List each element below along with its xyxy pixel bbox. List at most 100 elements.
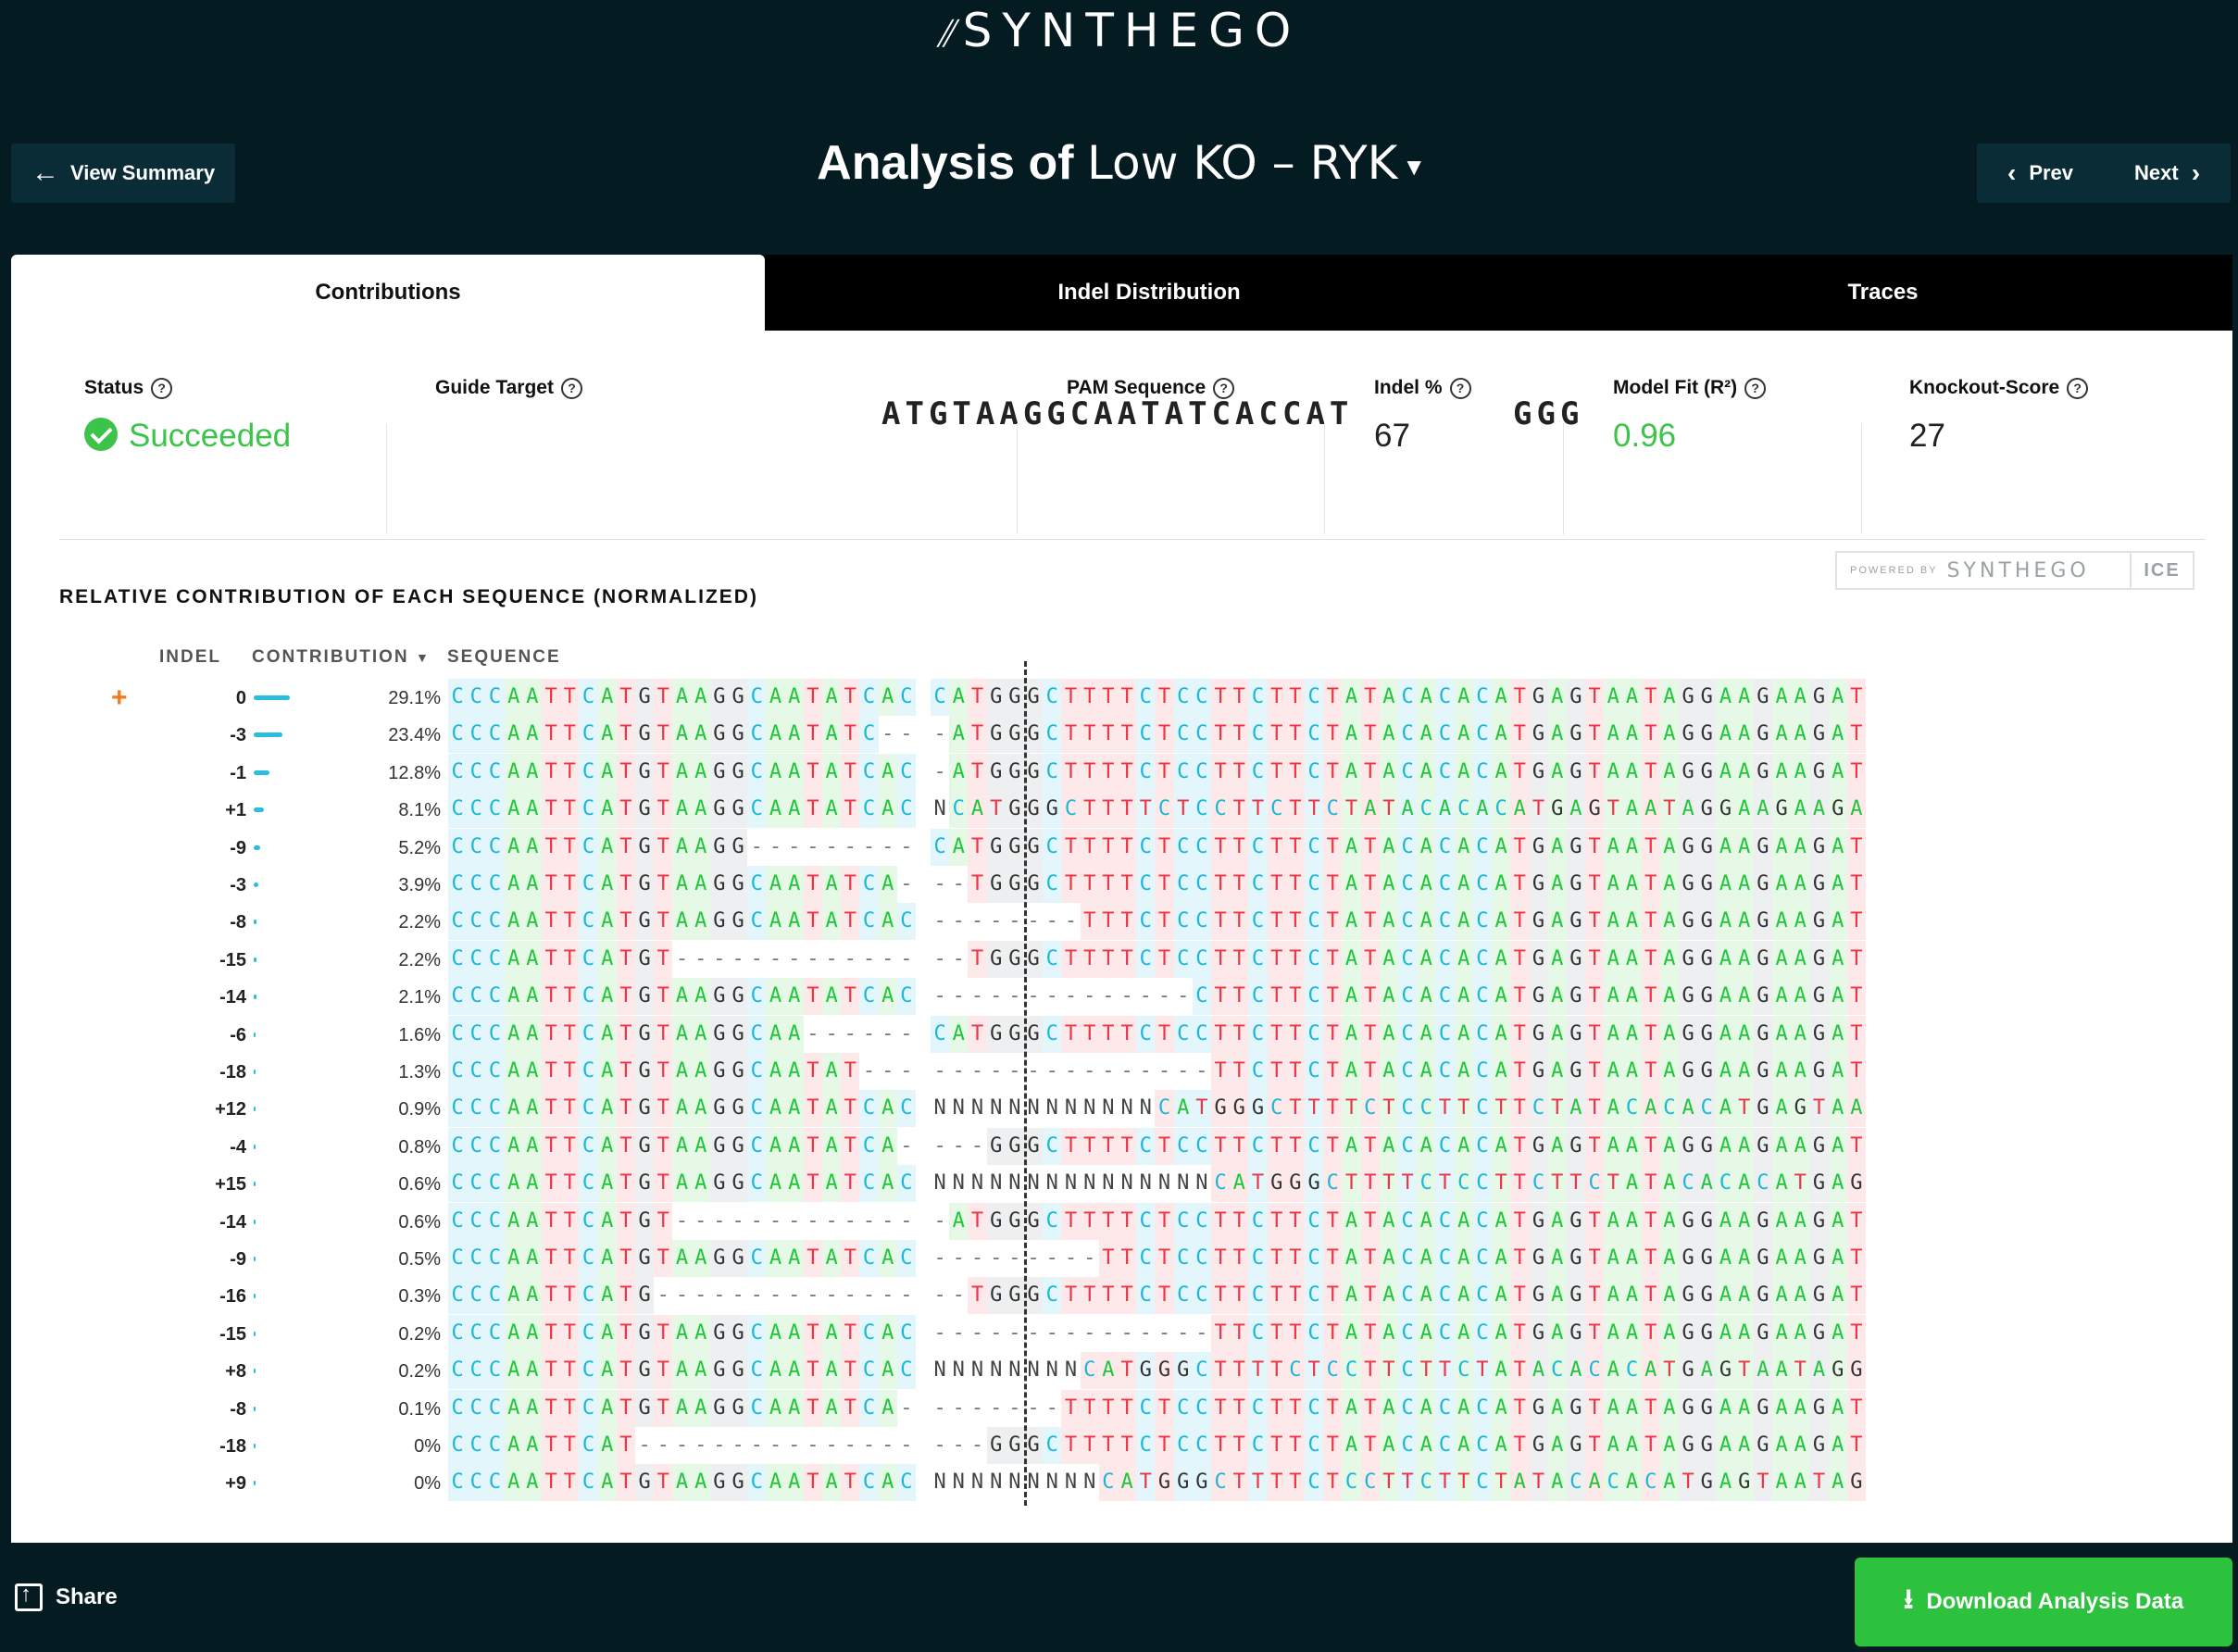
base: A [949, 679, 969, 716]
indel-value: +15 [215, 1174, 246, 1195]
base: T [1360, 716, 1380, 754]
base: A [1454, 1427, 1473, 1464]
table-row[interactable]: -16 0.3% C C C A A T T C A T G - - - - - - - - - - - - - - - - T G G G C T… [11, 1277, 2232, 1315]
base: T [1230, 1389, 1249, 1427]
table-row[interactable]: -14 2.1% C C C A A T T C A T G T A A G G C A A T A T C A C - - - - - - - -… [11, 978, 2232, 1016]
help-icon[interactable]: ? [1744, 377, 1767, 399]
table-row[interactable]: -4 0.8% C C C A A T T C A T G T A A G G C A A T A T C A - - - - G G G C T T… [11, 1127, 2232, 1165]
table-row[interactable]: +12 0.9% C C C A A T T C A T G T A A G G C A A T A T C A C N N N N N N N N… [11, 1090, 2232, 1128]
base: C [448, 1090, 468, 1128]
table-row[interactable]: -18 0% C C C A A T T C A T - - - - - - - - - - - - - - - - - - G G G C T T T… [11, 1427, 2232, 1464]
base: T [1098, 716, 1118, 754]
base: A [1659, 1314, 1679, 1352]
base: T [1285, 828, 1305, 866]
contribution-bar [254, 1294, 256, 1299]
indel-value: -18 [219, 1436, 246, 1457]
prev-button[interactable]: ‹ Prev [2007, 158, 2073, 188]
share-button[interactable]: Share [15, 1582, 118, 1611]
help-icon[interactable]: ? [560, 377, 582, 399]
base: - [1008, 1246, 1021, 1270]
table-row[interactable]: -1 12.8% C C C A A T T C A T G T A A G G C A A T A T C A C - A T G G G C T… [11, 753, 2232, 791]
next-button[interactable]: Next › [2134, 158, 2200, 188]
base: G [1679, 940, 1698, 978]
table-row[interactable]: +9 0% C C C A A T T C A T G T A A G G C A A T A T C A C N N N N N N N N N C A… [11, 1464, 2232, 1502]
table-row[interactable]: -3 3.9% C C C A A T T C A T G T A A G G C A A T A T C A - - - T G G G C T T… [11, 866, 2232, 903]
base: T [1604, 1165, 1623, 1203]
help-icon[interactable]: ? [1449, 377, 1471, 399]
base: G [1697, 1053, 1717, 1090]
download-analysis-button[interactable]: ⭳ Download Analysis Data [1855, 1558, 2232, 1646]
divider [1324, 423, 1325, 534]
base: G [1529, 753, 1548, 791]
table-row[interactable]: +1 8.1% C C C A A T T C A T G T A A G G C A A T A T C A C N C A T G G G C T… [11, 791, 2232, 829]
table-row[interactable]: +0 29.1% C C C A A T T C A T G T A A G G C A A T A T C A C C A T G G G C T… [11, 679, 2232, 716]
help-icon[interactable]: ? [1213, 377, 1235, 399]
base: A [504, 1389, 523, 1427]
base: A [1828, 1277, 1847, 1315]
table-row[interactable]: -8 0.1% C C C A A T T C A T G T A A G G C A A T A T C A - - - - - - - - T T… [11, 1389, 2232, 1427]
table-row[interactable]: +8 0.2% C C C A A T T C A T G T A A G G C A A T A T C A C N N N N N N N N C… [11, 1352, 2232, 1390]
base: G [709, 1240, 729, 1277]
base: C [1472, 716, 1492, 754]
base: A [1791, 978, 1810, 1016]
base: N [933, 1358, 946, 1383]
table-row[interactable]: -9 0.5% C C C A A T T C A T G T A A G G C A A T A T C A C - - - - - - - - -… [11, 1240, 2232, 1277]
base: A [784, 1015, 804, 1053]
base: A [1417, 866, 1436, 903]
base: T [1641, 866, 1660, 903]
base: C [1585, 1352, 1605, 1390]
base: - [656, 1433, 669, 1457]
base: A [504, 1277, 523, 1315]
base: - [1008, 909, 1021, 933]
base: A [1417, 1277, 1436, 1315]
base: C [1435, 828, 1455, 866]
table-row[interactable]: -9 5.2% C C C A A T T C A T G T A A G G - - - - - - - - - C A T G G G C T T… [11, 828, 2232, 866]
table-row[interactable]: -14 0.6% C C C A A T T C A T G T - - - - - - - - - - - - - - A T G G G C T… [11, 1202, 2232, 1240]
base: - [970, 1320, 984, 1345]
base: T [1267, 1464, 1286, 1502]
base: A [1492, 1015, 1511, 1053]
base: T [542, 679, 561, 716]
table-row[interactable]: -3 23.4% C C C A A T T C A T G T A A G G C A A T A T C - - - A T G G G C T… [11, 716, 2232, 754]
plus-icon[interactable]: + [111, 682, 128, 714]
base: T [1510, 679, 1530, 716]
base: G [1005, 1277, 1024, 1315]
base: G [635, 1314, 655, 1352]
base: G [635, 1165, 655, 1203]
base: T [1080, 716, 1099, 754]
base: - [933, 1320, 946, 1345]
base: A [1828, 716, 1847, 754]
base: G [635, 1389, 655, 1427]
help-icon[interactable]: ? [2067, 377, 2089, 399]
base: T [1285, 1053, 1305, 1090]
base: G [1024, 716, 1044, 754]
table-row[interactable]: -15 2.2% C C C A A T T C A T G T - - - - - - - - - - - - - - - T G G G C T… [11, 940, 2232, 978]
table-row[interactable]: -8 2.2% C C C A A T T C A T G T A A G G C A A T A T C A C - - - - - - - - T… [11, 903, 2232, 941]
table-row[interactable]: +15 0.6% C C C A A T T C A T G T A A G G C A A T A T C A C N N N N N N N N… [11, 1165, 2232, 1203]
table-row[interactable]: -6 1.6% C C C A A T T C A T G T A A G G C A A - - - - - - C A T G G G C T T… [11, 1015, 2232, 1053]
column-header-contribution[interactable]: CONTRIBUTION ▼ [252, 647, 431, 668]
pam-label: PAM Sequence [1067, 377, 1207, 398]
base: - [1045, 1395, 1058, 1420]
base: T [560, 978, 580, 1016]
help-icon[interactable]: ? [151, 377, 173, 399]
base: A [1659, 753, 1679, 791]
base: G [635, 1090, 655, 1128]
sample-selector[interactable]: Low KO – RYK ▼ [1087, 136, 1421, 190]
base: A [522, 1314, 542, 1352]
base: A [1454, 679, 1473, 716]
base: G [1809, 1277, 1829, 1315]
base: A [1379, 1015, 1398, 1053]
table-row[interactable]: -18 1.3% C C C A A T T C A T G T A A G G C A A T A T - - - - - - - - - - -… [11, 1053, 2232, 1090]
base: T [1641, 1277, 1660, 1315]
table-row[interactable]: -15 0.2% C C C A A T T C A T G T A A G G C A A T A T C A C - - - - - - - -… [11, 1314, 2232, 1352]
column-header-indel[interactable]: INDEL [159, 647, 221, 668]
tab-contributions[interactable]: Contributions [11, 255, 765, 331]
base: C [1305, 1015, 1324, 1053]
base: A [1342, 1127, 1361, 1165]
base: T [560, 1202, 580, 1240]
base: C [448, 1053, 468, 1090]
tab-traces[interactable]: Traces [1533, 255, 2232, 331]
base: C [1211, 1464, 1231, 1502]
tab-indel-distribution[interactable]: Indel Distribution [765, 255, 1533, 331]
